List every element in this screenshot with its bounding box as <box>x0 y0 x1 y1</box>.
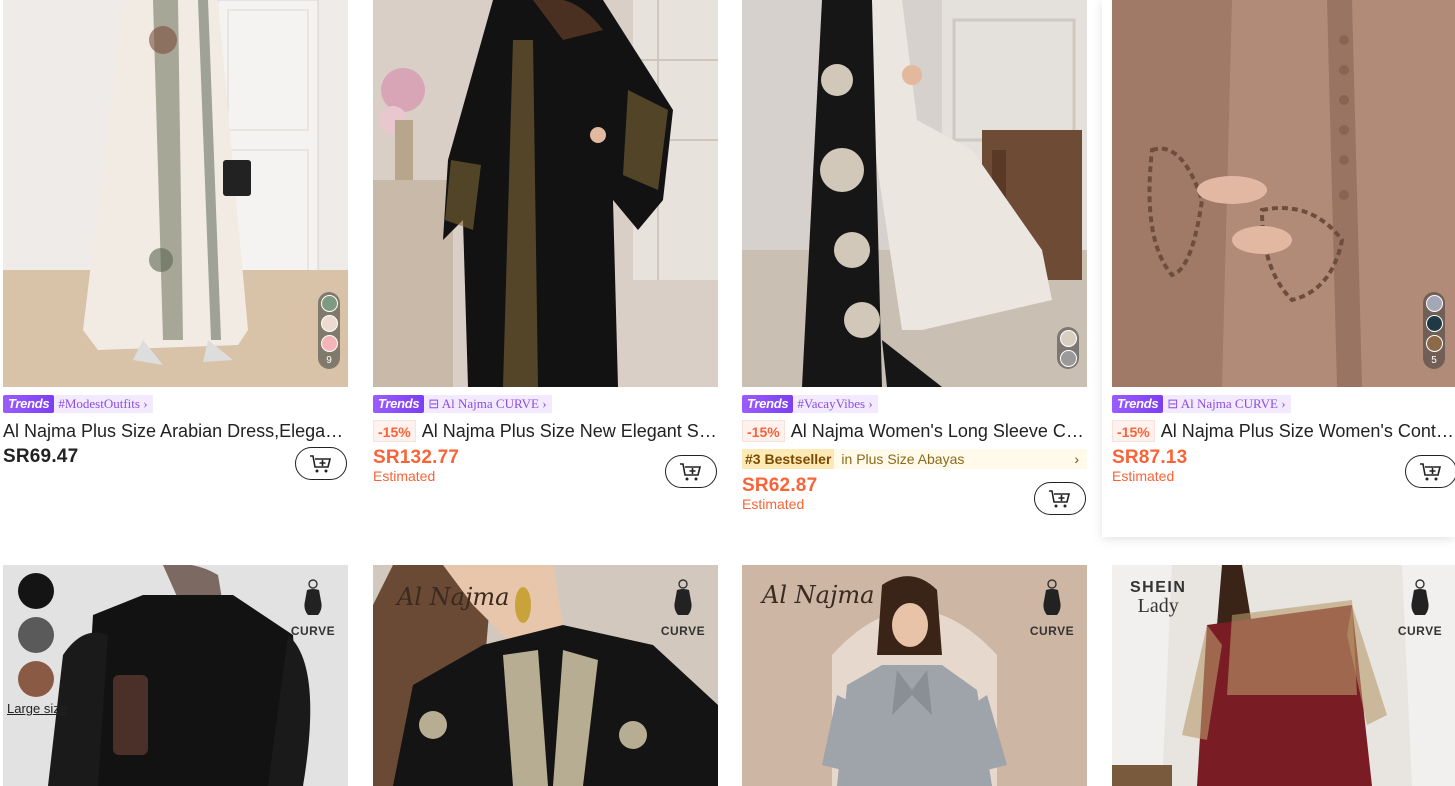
product-photo <box>3 0 348 387</box>
product-card[interactable]: 9 Trends #ModestOutfits › Al Najma Plus … <box>3 0 348 500</box>
product-image[interactable] <box>742 0 1087 387</box>
shein-lady-logo: SHEIN Lady <box>1130 579 1186 618</box>
chevron-right-icon: › <box>1074 451 1079 467</box>
curve-figure-icon <box>674 579 692 615</box>
store-chip[interactable]: ⊟ Al Najma CURVE › <box>1163 395 1291 413</box>
add-to-cart-icon <box>1049 489 1071 507</box>
curve-logo: CURVE <box>290 579 336 638</box>
estimated-label: Estimated <box>1112 468 1175 484</box>
product-image[interactable]: SHEIN Lady CURVE <box>1112 565 1455 786</box>
product-card[interactable]: Al Najma CURVE <box>742 565 1087 786</box>
bestseller-rank: #3 Bestseller <box>742 449 835 469</box>
color-dot <box>18 573 54 609</box>
product-title[interactable]: Al Najma Plus Size Arabian Dress,Elegant… <box>3 421 348 442</box>
store-icon: ⊟ <box>1167 396 1179 411</box>
product-photo <box>742 0 1087 387</box>
curve-logo: CURVE <box>660 579 706 638</box>
chevron-right-icon: › <box>143 396 148 411</box>
trends-badge: Trends <box>1112 395 1164 413</box>
store-chip[interactable]: ⊟ Al Najma CURVE › <box>424 395 552 413</box>
swatch-count: 5 <box>1431 355 1437 366</box>
product-image[interactable]: Large size CURVE <box>3 565 348 786</box>
product-price: SR87.13 <box>1112 447 1188 468</box>
product-grid: 9 Trends #ModestOutfits › Al Najma Plus … <box>0 0 1455 786</box>
bestseller-banner[interactable]: #3 Bestseller in Plus Size Abayas › <box>742 449 1087 469</box>
color-swatch[interactable] <box>1425 335 1443 352</box>
color-swatch[interactable] <box>1425 295 1443 312</box>
curve-label: CURVE <box>290 624 336 638</box>
curve-logo: CURVE <box>1397 579 1443 638</box>
discount-badge: -15% <box>1112 420 1155 442</box>
product-title[interactable]: Al Najma Plus Size New Elegant Stan... <box>422 421 718 442</box>
product-title[interactable]: Al Najma Women's Long Sleeve Chif... <box>791 421 1087 442</box>
chevron-right-icon: › <box>868 396 873 411</box>
color-dot <box>18 617 54 653</box>
hashtag-chip[interactable]: #VacayVibes › <box>793 395 878 413</box>
add-to-cart-icon <box>680 462 702 480</box>
brand-script-logo: Al Najma <box>762 581 875 609</box>
add-to-cart-button[interactable] <box>1034 482 1086 515</box>
add-to-cart-button[interactable] <box>295 447 347 480</box>
trends-badge: Trends <box>3 395 55 413</box>
color-swatches[interactable] <box>1057 327 1079 369</box>
trends-badge: Trends <box>742 395 794 413</box>
discount-badge: -15% <box>373 420 416 442</box>
product-info: Trends ⊟ Al Najma CURVE › -15% Al Najma … <box>1112 395 1455 484</box>
product-image[interactable]: Al Najma CURVE <box>742 565 1087 786</box>
product-card[interactable]: Al Najma CURVE <box>373 565 718 786</box>
hashtag-chip[interactable]: #ModestOutfits › <box>54 395 153 413</box>
product-card[interactable]: Trends #VacayVibes › -15% Al Najma Women… <box>742 0 1087 530</box>
curve-label: CURVE <box>1029 624 1075 638</box>
color-dots <box>18 573 54 697</box>
add-to-cart-icon <box>310 454 332 472</box>
color-swatches[interactable]: 5 <box>1423 292 1445 369</box>
product-title[interactable]: Al Najma Plus Size Women's Contra... <box>1161 421 1455 442</box>
brand-bottom: Lady <box>1137 595 1179 617</box>
curve-logo: CURVE <box>1029 579 1075 638</box>
product-card[interactable]: SHEIN Lady CURVE <box>1112 565 1455 786</box>
color-swatch[interactable] <box>1059 350 1077 367</box>
store-label: Al Najma CURVE <box>441 396 539 411</box>
color-swatch[interactable] <box>320 315 338 332</box>
product-image[interactable]: Al Najma CURVE <box>373 565 718 786</box>
swatch-count: 9 <box>326 355 332 366</box>
add-to-cart-button[interactable] <box>1405 455 1455 488</box>
discount-badge: -15% <box>742 420 785 442</box>
color-swatch[interactable] <box>320 295 338 312</box>
color-swatch[interactable] <box>320 335 338 352</box>
chevron-right-icon: › <box>542 396 547 411</box>
color-dot <box>18 661 54 697</box>
product-image[interactable]: 9 <box>3 0 348 387</box>
large-size-label: Large size <box>7 701 67 716</box>
product-photo <box>1112 0 1455 387</box>
color-swatch[interactable] <box>1425 315 1443 332</box>
curve-figure-icon <box>1411 579 1429 615</box>
color-swatches[interactable]: 9 <box>318 292 340 369</box>
curve-label: CURVE <box>1397 624 1443 638</box>
product-card[interactable]: Large size CURVE <box>3 565 348 786</box>
product-image[interactable] <box>373 0 718 387</box>
store-label: Al Najma CURVE <box>1180 396 1278 411</box>
add-to-cart-icon <box>1420 462 1442 480</box>
curve-label: CURVE <box>660 624 706 638</box>
product-photo <box>373 0 718 387</box>
curve-figure-icon <box>304 579 322 615</box>
trends-badge: Trends <box>373 395 425 413</box>
product-card[interactable]: Trends ⊟ Al Najma CURVE › -15% Al Najma … <box>373 0 718 500</box>
product-card[interactable]: 5 Trends ⊟ Al Najma CURVE › -15% Al Najm… <box>1102 0 1455 537</box>
hashtag-label: #VacayVibes <box>797 396 866 411</box>
hashtag-label: #ModestOutfits <box>58 396 140 411</box>
color-swatch[interactable] <box>1059 330 1077 347</box>
brand-script-logo: Al Najma <box>397 583 510 611</box>
bestseller-category: in Plus Size Abayas <box>841 451 965 467</box>
add-to-cart-button[interactable] <box>665 455 717 488</box>
store-icon: ⊟ <box>428 396 440 411</box>
curve-figure-icon <box>1043 579 1061 615</box>
chevron-right-icon: › <box>1281 396 1286 411</box>
product-image[interactable]: 5 <box>1112 0 1455 387</box>
